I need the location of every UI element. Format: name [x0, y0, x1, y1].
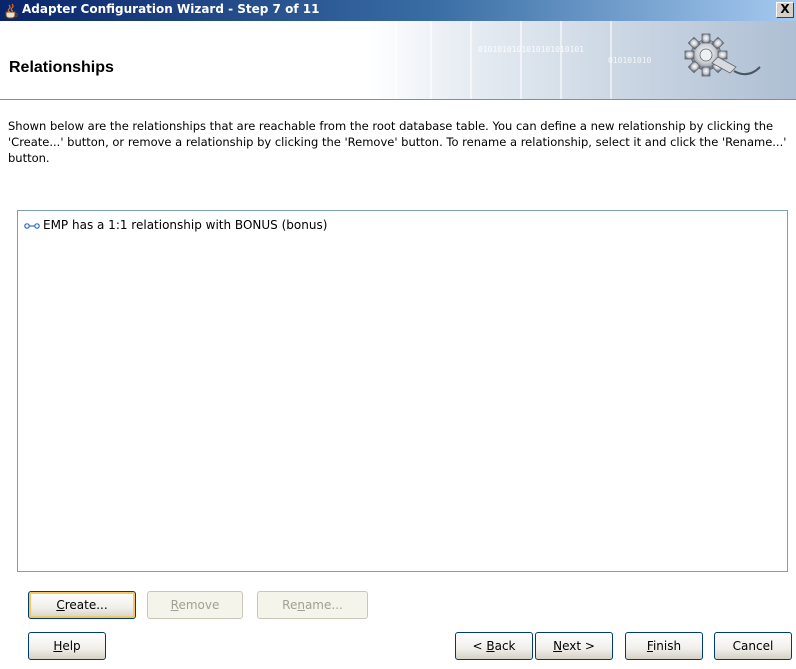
title-bar[interactable]: Adapter Configuration Wizard - Step 7 of… — [0, 0, 796, 21]
finish-button[interactable]: Finish — [625, 632, 703, 660]
create-button[interactable]: Create... — [28, 591, 136, 619]
window-title: Adapter Configuration Wizard - Step 7 of… — [22, 2, 320, 16]
back-button[interactable]: < Back — [455, 632, 533, 660]
wizard-header: 0101010101010101010101 010101010 Relatio… — [0, 21, 796, 100]
next-button[interactable]: Next > — [535, 632, 613, 660]
help-button[interactable]: Help — [28, 632, 106, 660]
cancel-button[interactable]: Cancel — [714, 632, 792, 660]
list-item[interactable]: EMP has a 1:1 relationship with BONUS (b… — [24, 218, 327, 234]
relationship-icon — [24, 222, 40, 229]
relationship-label: EMP has a 1:1 relationship with BONUS (b… — [43, 218, 328, 232]
close-icon: X — [780, 2, 790, 16]
binary-decoration-2: 010101010 — [608, 56, 652, 65]
description-text: Shown below are the relationships that a… — [8, 119, 787, 165]
binary-decoration: 0101010101010101010101 — [478, 45, 584, 54]
page-title: Relationships — [9, 59, 114, 76]
gear-plug-icon — [684, 33, 761, 77]
remove-button[interactable]: Remove — [147, 591, 243, 619]
rename-button[interactable]: Rename... — [257, 591, 368, 619]
close-button[interactable]: X — [776, 2, 794, 18]
java-cup-icon — [5, 3, 18, 19]
relationships-list[interactable]: EMP has a 1:1 relationship with BONUS (b… — [17, 210, 788, 572]
